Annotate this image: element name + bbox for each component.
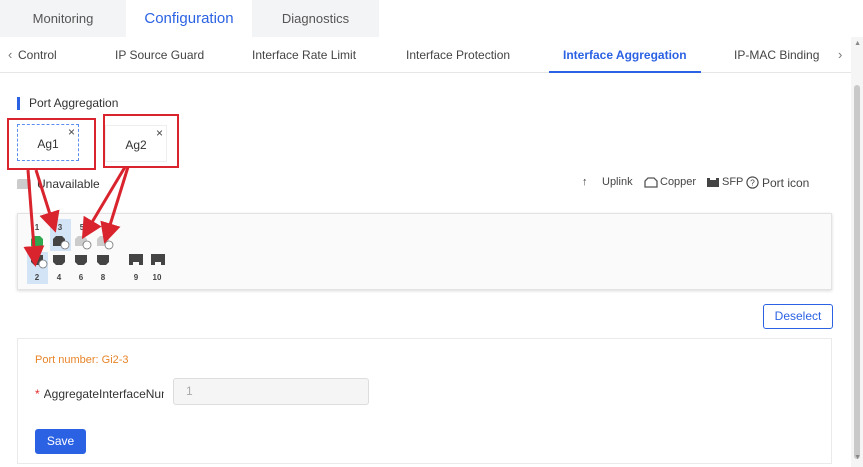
section-title: Port Aggregation bbox=[17, 97, 118, 110]
port-9-sfp-icon[interactable] bbox=[128, 253, 144, 266]
chevron-right-icon[interactable]: › bbox=[838, 47, 842, 62]
port-8-copper-icon[interactable] bbox=[96, 254, 110, 266]
top-tab-bar: Monitoring Configuration Diagnostics bbox=[0, 0, 863, 37]
chevron-left-icon[interactable]: ‹ bbox=[8, 47, 12, 62]
scroll-up-arrow-icon[interactable]: ▲ bbox=[854, 40, 861, 47]
port-4-label: 4 bbox=[56, 273, 62, 282]
port-8-label: 8 bbox=[100, 273, 106, 282]
sub-tab-interface-protection[interactable]: Interface Protection bbox=[406, 37, 510, 73]
lock-port-icon bbox=[17, 179, 31, 189]
aggregate-form: Port number: Gi2-3 * AggregateInterfaceNu… bbox=[17, 338, 832, 464]
sub-tab-control[interactable]: Control bbox=[18, 37, 64, 73]
port-3-copper-icon[interactable] bbox=[52, 235, 70, 250]
aggregate-interface-num-text: AggregateInterfaceNum bbox=[43, 387, 164, 401]
port-5-unavailable-icon bbox=[75, 236, 92, 250]
sub-tab-bar: ‹ Control IP Source Guard Interface Rate… bbox=[0, 37, 863, 73]
port-6-copper-icon[interactable] bbox=[74, 254, 88, 266]
legend-unavailable-label: Unavailable bbox=[37, 177, 100, 191]
svg-text:?: ? bbox=[750, 178, 755, 188]
sub-tab-interface-aggregation[interactable]: Interface Aggregation bbox=[549, 37, 701, 73]
tab-diagnostics[interactable]: Diagnostics bbox=[252, 0, 379, 37]
port-7-label: 7 bbox=[101, 223, 107, 232]
port-9-label: 9 bbox=[133, 273, 139, 282]
sub-tab-ip-mac-binding[interactable]: IP-MAC Binding bbox=[734, 37, 819, 73]
port-7-unavailable-icon bbox=[97, 236, 114, 250]
port-1-uplink-icon[interactable] bbox=[30, 235, 44, 246]
port-1-label: 1 bbox=[34, 223, 40, 232]
sub-tab-interface-rate-limit[interactable]: Interface Rate Limit bbox=[252, 37, 356, 73]
annotation-highlight-ag2 bbox=[103, 114, 179, 168]
required-mark: * bbox=[35, 387, 40, 401]
sfp-port-icon bbox=[706, 177, 720, 191]
port-5-label: 5 bbox=[79, 223, 85, 232]
port-2-copper-icon[interactable] bbox=[30, 254, 48, 269]
legend-sfp-label: SFP bbox=[722, 176, 744, 188]
scroll-down-arrow-icon[interactable]: ▼ bbox=[854, 454, 861, 461]
port-10-label: 10 bbox=[152, 273, 162, 282]
selected-port-number: Port number: Gi2-3 bbox=[35, 354, 129, 366]
uplink-arrow-icon: ↑ bbox=[582, 176, 588, 188]
aggregate-interface-num-input[interactable]: 1 bbox=[173, 378, 369, 405]
tab-monitoring[interactable]: Monitoring bbox=[0, 0, 126, 37]
port-6-label: 6 bbox=[78, 273, 84, 282]
sub-tab-ip-source-guard[interactable]: IP Source Guard bbox=[115, 37, 204, 73]
legend-unavailable: Unavailable bbox=[17, 177, 100, 191]
legend-port-icon-label[interactable]: Port icon bbox=[762, 176, 809, 190]
port-3-label: 3 bbox=[57, 223, 63, 232]
annotation-highlight-ag1 bbox=[7, 118, 96, 170]
port-4-copper-icon[interactable] bbox=[52, 254, 66, 266]
port-2-label: 2 bbox=[34, 273, 40, 282]
legend-uplink-label: Uplink bbox=[602, 176, 633, 188]
port-10-sfp-icon[interactable] bbox=[150, 253, 166, 266]
aggregate-interface-num-label: * AggregateInterfaceNum bbox=[35, 387, 164, 401]
vertical-scrollbar[interactable]: ▲ ▼ bbox=[851, 37, 863, 467]
legend-copper-label: Copper bbox=[660, 176, 697, 188]
question-circle-icon[interactable]: ? bbox=[746, 176, 759, 192]
deselect-button[interactable]: Deselect bbox=[763, 304, 833, 329]
save-button[interactable]: Save bbox=[35, 429, 86, 454]
tab-configuration[interactable]: Configuration bbox=[126, 0, 252, 37]
copper-port-icon bbox=[644, 177, 658, 191]
scrollbar-thumb[interactable] bbox=[854, 85, 860, 459]
